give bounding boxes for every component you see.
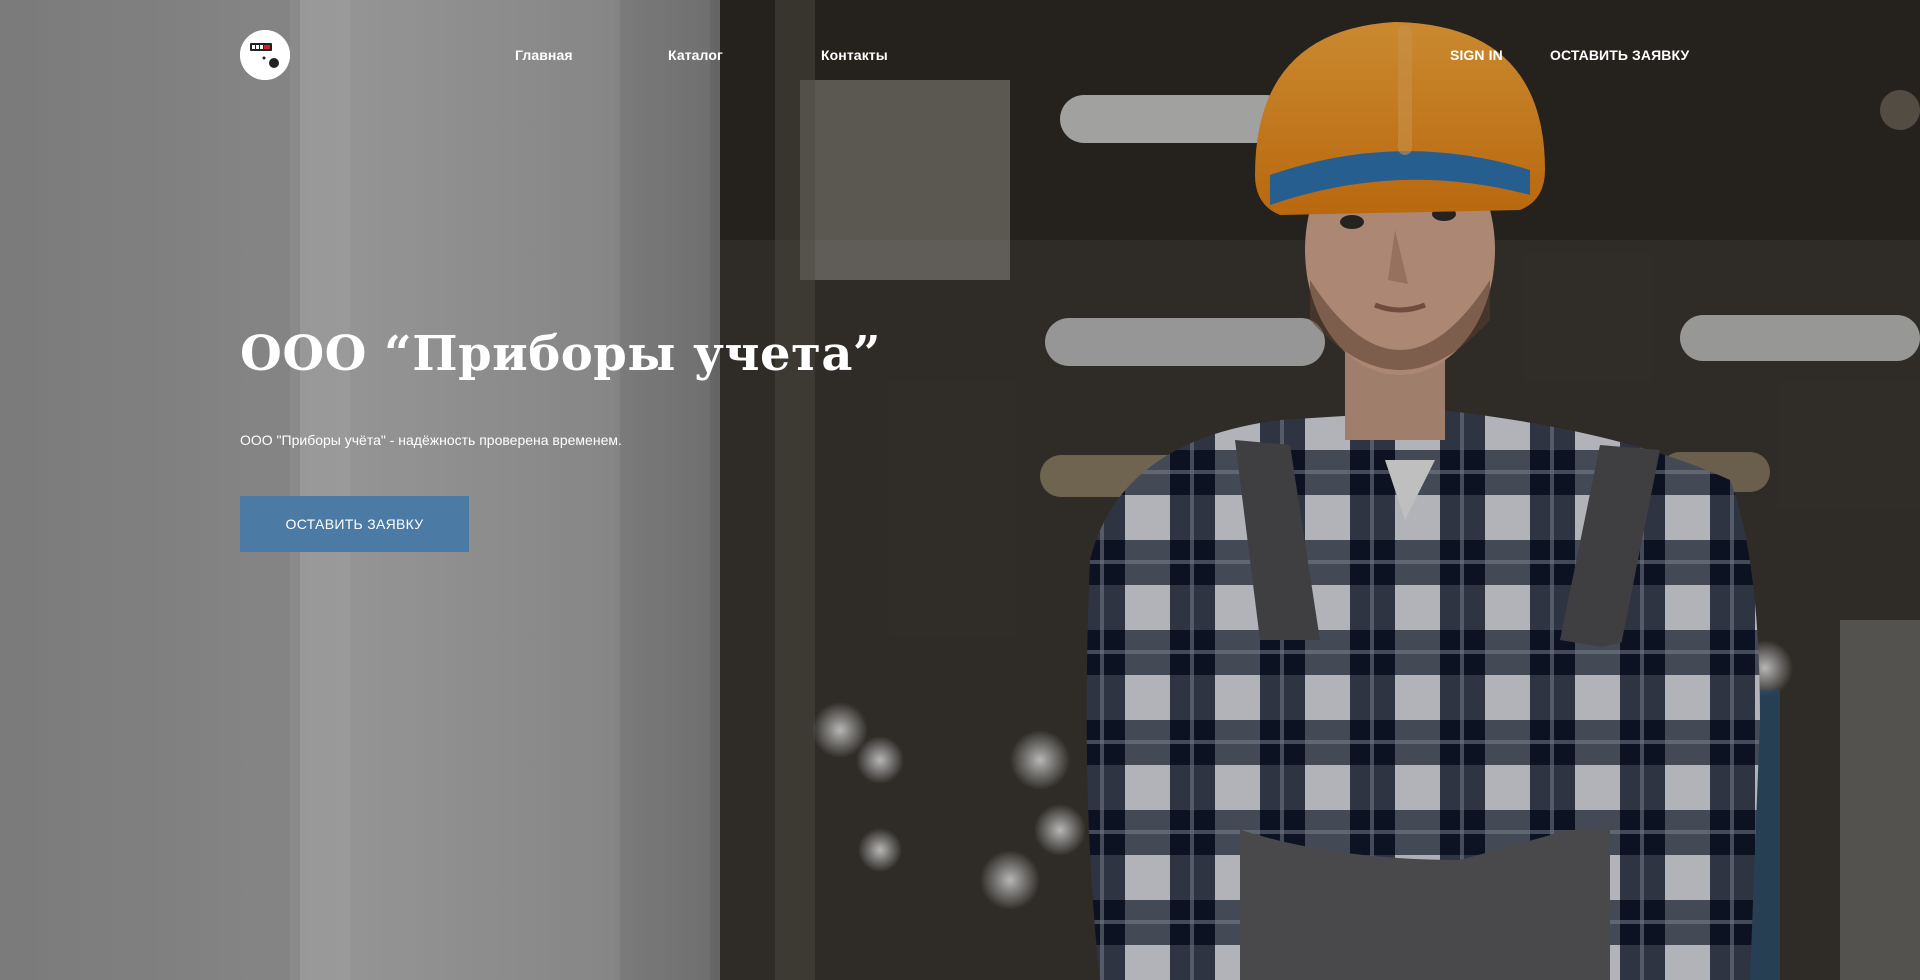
sign-in-link[interactable]: SIGN IN: [1450, 47, 1503, 63]
logo-link[interactable]: [240, 30, 290, 80]
nav-contacts[interactable]: Контакты: [821, 47, 888, 63]
hero-title: ООО “Приборы учета”: [240, 326, 882, 382]
worker-photo: [0, 0, 1920, 980]
hero-subtitle: ООО "Приборы учёта" - надёжность провере…: [240, 432, 622, 448]
nav-catalog[interactable]: Каталог: [668, 47, 723, 63]
order-button[interactable]: ОСТАВИТЬ ЗАЯВКУ: [240, 496, 469, 552]
meter-logo-icon: [240, 30, 290, 80]
site-header: Главная Каталог Контакты SIGN IN ОСТАВИТ…: [0, 0, 1920, 110]
header-order-link[interactable]: ОСТАВИТЬ ЗАЯВКУ: [1550, 47, 1689, 63]
hero-background-image: [0, 0, 1920, 980]
nav-home[interactable]: Главная: [515, 47, 573, 63]
